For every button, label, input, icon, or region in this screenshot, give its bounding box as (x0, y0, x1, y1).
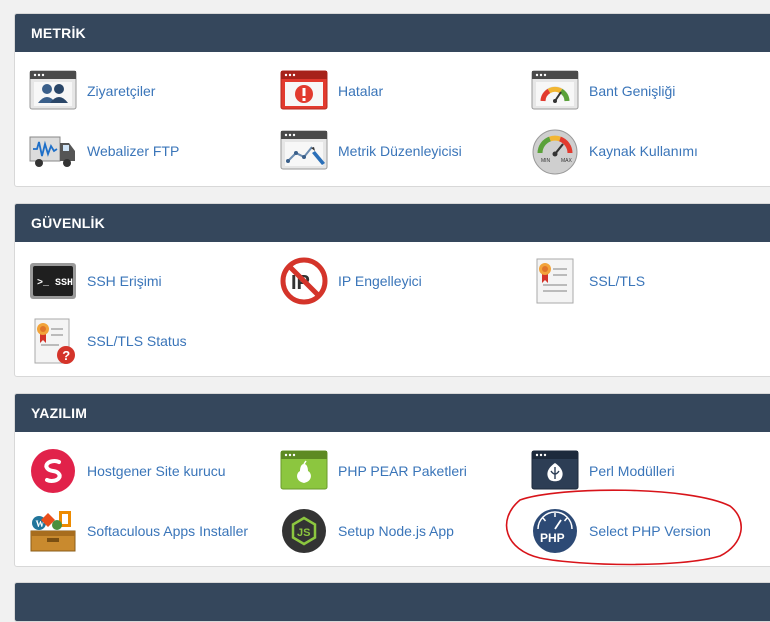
node-text: JS (297, 527, 310, 539)
errors-link[interactable]: Hatalar (280, 66, 520, 116)
ssl-status-icon: ? (29, 317, 77, 365)
nodejs-link[interactable]: JS Setup Node.js App (280, 506, 520, 556)
ssh-text: >_ SSH (37, 278, 73, 289)
perl-modules-label: Perl Modülleri (589, 463, 675, 479)
next-panel-header (15, 583, 770, 621)
site-builder-label: Hostgener Site kurucu (87, 463, 226, 479)
ssl-status-label: SSL/TLS Status (87, 333, 187, 349)
yazilim-panel: YAZILIM Hostgener Site kurucu PHP PEAR P… (14, 393, 770, 567)
gauge-min-text: MIN (541, 158, 551, 164)
metrics-editor-link[interactable]: Metrik Düzenleyicisi (280, 126, 520, 176)
resource-usage-icon: MIN MAX (531, 127, 579, 175)
resource-usage-link[interactable]: MIN MAX Kaynak Kullanımı (531, 126, 770, 176)
bandwidth-label: Bant Genişliği (589, 83, 676, 99)
visitors-label: Ziyaretçiler (87, 83, 156, 99)
visitors-link[interactable]: Ziyaretçiler (29, 66, 269, 116)
guvenlik-header: GÜVENLİK (15, 204, 770, 242)
resource-usage-label: Kaynak Kullanımı (589, 143, 698, 159)
perl-modules-link[interactable]: Perl Modülleri (531, 446, 770, 496)
ip-blocker-link[interactable]: IP IP Engelleyici (280, 256, 520, 306)
php-pear-label: PHP PEAR Paketleri (338, 463, 467, 479)
select-php-version-link[interactable]: PHP Select PHP Version (531, 506, 770, 556)
metrik-header: METRİK (15, 14, 770, 52)
yazilim-header: YAZILIM (15, 394, 770, 432)
ssh-icon: >_ SSH (29, 257, 77, 305)
visitors-icon (29, 67, 77, 115)
bandwidth-link[interactable]: Bant Genişliği (531, 66, 770, 116)
webalizer-ftp-icon (29, 127, 77, 175)
site-builder-link[interactable]: Hostgener Site kurucu (29, 446, 269, 496)
bandwidth-icon (531, 67, 579, 115)
perl-modules-icon (531, 447, 579, 495)
webalizer-ftp-link[interactable]: Webalizer FTP (29, 126, 269, 176)
ssl-certificate-icon (531, 257, 579, 305)
next-panel (14, 582, 770, 622)
php-pear-icon (280, 447, 328, 495)
nodejs-label: Setup Node.js App (338, 523, 454, 539)
ssh-label: SSH Erişimi (87, 273, 162, 289)
select-php-version-label: Select PHP Version (589, 523, 711, 539)
metrics-editor-icon (280, 127, 328, 175)
ssl-status-link[interactable]: ? SSL/TLS Status (29, 316, 269, 366)
metrik-panel: METRİK Ziyaretçiler Hatalar Bant Genişli… (14, 13, 770, 187)
site-builder-icon (29, 447, 77, 495)
ip-blocker-icon: IP (280, 257, 328, 305)
gauge-max-text: MAX (561, 158, 573, 164)
guvenlik-panel: GÜVENLİK >_ SSH SSH Erişimi IP IP Engell… (14, 203, 770, 377)
ssh-link[interactable]: >_ SSH SSH Erişimi (29, 256, 269, 306)
softaculous-label: Softaculous Apps Installer (87, 523, 249, 539)
ip-blocker-label: IP Engelleyici (338, 273, 422, 289)
ssl-tls-link[interactable]: SSL/TLS (531, 256, 770, 306)
webalizer-ftp-label: Webalizer FTP (87, 143, 180, 159)
nodejs-icon: JS (280, 507, 328, 555)
errors-label: Hatalar (338, 83, 384, 99)
svg-text:?: ? (62, 348, 70, 363)
softaculous-icon: W (29, 507, 77, 555)
php-version-icon: PHP (531, 507, 579, 555)
php-pear-link[interactable]: PHP PEAR Paketleri (280, 446, 520, 496)
php-text: PHP (540, 531, 565, 545)
errors-icon (280, 67, 328, 115)
ssl-tls-label: SSL/TLS (589, 273, 646, 289)
metrics-editor-label: Metrik Düzenleyicisi (338, 143, 462, 159)
softaculous-link[interactable]: W Softaculous Apps Installer (29, 506, 269, 556)
